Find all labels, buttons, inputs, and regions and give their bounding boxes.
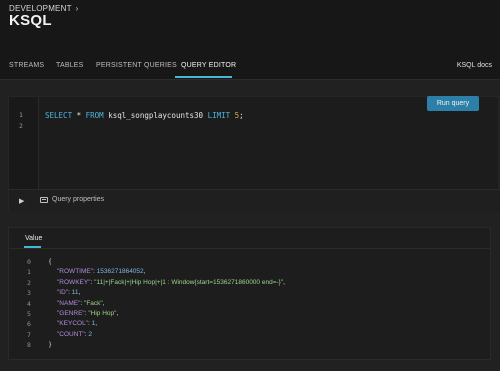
play-icon[interactable]: ▶ [19, 197, 24, 205]
tab-query-editor[interactable]: QUERY EDITOR [181, 62, 236, 69]
line-number: 2 [19, 122, 23, 130]
json-punctuation: , [95, 320, 98, 328]
query-fragment: * [72, 111, 86, 120]
ksql-docs-link[interactable]: KSQL docs [457, 62, 492, 69]
json-key: "ID" [57, 289, 69, 297]
result-line-number: 5 [27, 310, 31, 318]
result-line-number: 8 [27, 341, 31, 350]
result-line: "GENRE": "Hip Hop", [57, 310, 118, 317]
editor-toolbar: ▶ Query properties [9, 189, 500, 212]
result-line-number: 6 [27, 320, 31, 329]
page-title: KSQL [9, 12, 52, 29]
query-properties-toggle[interactable]: Query properties [40, 196, 104, 203]
result-line: { [49, 258, 52, 265]
tab-persistent-queries[interactable]: PERSISTENT QUERIES [96, 62, 177, 69]
json-key: "ROWKEY" [57, 278, 91, 286]
result-line: "COUNT": 2 [57, 331, 92, 338]
query-fragment: ; [239, 111, 244, 120]
query-table-name: ksql_songplaycounts30 [103, 111, 208, 120]
json-key: "KEYCOL" [57, 320, 88, 328]
app-header: DEVELOPMENT › KSQL STREAMS TABLES PERSIS… [0, 0, 500, 80]
keyword-select: SELECT [45, 111, 73, 120]
result-line: "KEYCOL": 1, [57, 320, 97, 327]
query-properties-icon [40, 196, 48, 203]
json-value: "11|+|Fack|+|Hip Hop|+|1 : Window{start=… [94, 278, 284, 286]
json-punctuation: , [143, 268, 146, 276]
results-panel: Value 0 {1 "ROWTIME": 1536271864052, 2 "ROWK… [8, 227, 491, 360]
header-divider [0, 79, 500, 80]
json-value: 11 [71, 289, 79, 297]
results-divider [9, 248, 490, 249]
tab-streams[interactable]: STREAMS [9, 62, 44, 69]
json-value: "Fack" [84, 299, 103, 307]
result-line-number: 3 [27, 289, 31, 298]
json-key: "COUNT" [57, 330, 85, 338]
editor-gutter: 1 2 [9, 97, 39, 189]
json-value: 1536271864052 [96, 268, 144, 276]
nav-tabs: STREAMS TABLES PERSISTENT QUERIES QUERY … [0, 56, 500, 78]
result-line: "NAME": "Fack", [57, 300, 105, 307]
tab-value[interactable]: Value [25, 235, 42, 242]
json-punctuation: , [283, 278, 285, 286]
result-line-number: 7 [27, 330, 31, 339]
json-key: "GENRE" [57, 310, 85, 317]
query-editor[interactable]: 1 2 SELECT * FROM ksql_songplaycounts30 … [8, 96, 500, 212]
chevron-right-icon: › [75, 4, 79, 13]
result-line-number: 0 [27, 258, 31, 266]
json-value: "Hip Hop" [88, 310, 117, 317]
keyword-limit: LIMIT [207, 111, 231, 120]
json-punctuation: , [102, 299, 105, 307]
result-line: "ID": 11, [57, 289, 80, 296]
result-line: "ROWTIME": 1536271864052, [57, 268, 145, 275]
result-line-number: 2 [27, 278, 31, 287]
json-key: "NAME" [57, 299, 81, 307]
json-key: "ROWTIME" [57, 268, 94, 276]
result-line-number: 1 [27, 268, 31, 277]
tab-tables[interactable]: TABLES [56, 62, 84, 69]
result-line: "ROWKEY": "11|+|Fack|+|Hip Hop|+|1 : Win… [57, 279, 285, 286]
json-punctuation: , [78, 289, 81, 297]
line-number: 1 [19, 111, 23, 119]
result-line: } [49, 341, 52, 349]
json-punctuation: , [116, 310, 119, 317]
json-value: 2 [88, 330, 92, 338]
active-tab-indicator [175, 76, 232, 78]
query-text[interactable]: SELECT * FROM ksql_songplaycounts30 LIMI… [45, 111, 244, 120]
run-query-button[interactable]: Run query [427, 96, 479, 111]
result-line-number: 4 [27, 299, 31, 308]
query-properties-label: Query properties [52, 196, 105, 203]
keyword-from: FROM [85, 111, 104, 120]
